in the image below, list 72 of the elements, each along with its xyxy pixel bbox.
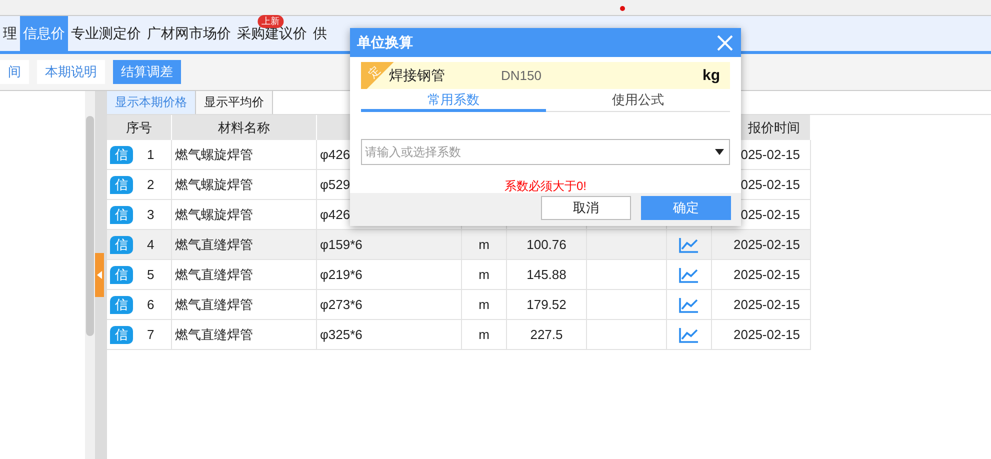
table-cell: 2025-02-15	[712, 230, 811, 260]
table-cell: φ219*6	[317, 260, 462, 290]
row-number: 7	[147, 327, 154, 342]
cancel-button[interactable]: 取消	[541, 196, 631, 220]
line-chart-icon[interactable]	[679, 326, 699, 342]
row-number: 1	[147, 147, 154, 162]
info-tag: 信	[110, 326, 133, 344]
product-spec: DN150	[501, 68, 542, 83]
row-number-cell[interactable]: 信 3	[107, 200, 172, 230]
table-cell: 179.52	[507, 290, 587, 320]
error-message: 系数必须大于0!	[503, 179, 588, 193]
table-cell: 燃气直缝焊管	[172, 230, 317, 260]
nav-tab[interactable]: 广材网市场价	[144, 16, 234, 51]
row-number: 3	[147, 207, 154, 222]
line-chart-icon[interactable]	[679, 296, 699, 312]
product-unit: kg	[702, 67, 721, 84]
toolbar-button[interactable]: 本期说明	[37, 60, 105, 84]
line-chart-icon[interactable]	[679, 266, 699, 282]
row-number-cell[interactable]: 信 4	[107, 230, 172, 260]
table-cell: 100.76	[507, 230, 587, 260]
table-cell: 2025-02-15	[712, 260, 811, 290]
info-tag: 信	[110, 236, 133, 254]
collapse-handle[interactable]	[95, 253, 104, 297]
table-cell: 燃气直缝焊管	[172, 290, 317, 320]
table-cell: 145.88	[507, 260, 587, 290]
info-tag: 信	[110, 146, 133, 164]
row-number-cell[interactable]: 信 5	[107, 260, 172, 290]
coefficient-select[interactable]: 请输入或选择系数	[361, 139, 730, 165]
column-header: 材料名称	[172, 115, 317, 140]
view-tab[interactable]: 显示平均价	[196, 91, 273, 114]
caret-icon	[715, 149, 724, 155]
table-cell: 2025-02-15	[712, 290, 811, 320]
dialog-title: 单位换算	[357, 34, 413, 52]
row-number: 2	[147, 177, 154, 192]
line-chart-icon[interactable]	[679, 236, 699, 252]
info-tag: 信	[110, 266, 133, 284]
row-number-cell[interactable]: 信 1	[107, 140, 172, 170]
table-cell: φ325*6	[317, 320, 462, 350]
table-cell: m	[462, 260, 507, 290]
column-header: 序号	[107, 115, 172, 140]
nav-tab[interactable]: 供	[310, 16, 330, 51]
info-tag: 信	[110, 176, 133, 194]
table-cell: m	[462, 320, 507, 350]
table-cell: 燃气螺旋焊管	[172, 140, 317, 170]
dialog-tab[interactable]: 使用公式	[546, 89, 730, 112]
row-number: 6	[147, 297, 154, 312]
row-number-cell[interactable]: 信 2	[107, 170, 172, 200]
table-cell: 227.5	[507, 320, 587, 350]
info-tag: 信	[110, 296, 133, 314]
table-cell: 燃气螺旋焊管	[172, 200, 317, 230]
toolbar-button[interactable]: 间	[0, 60, 29, 84]
table-cell: m	[462, 290, 507, 320]
table-cell: φ273*6	[317, 290, 462, 320]
table-cell: φ159*6	[317, 230, 462, 260]
row-number-cell[interactable]: 信 6	[107, 290, 172, 320]
table-cell: 燃气直缝焊管	[172, 320, 317, 350]
table-cell: m	[462, 230, 507, 260]
notification-dot	[620, 6, 625, 11]
new-badge: 上新	[258, 15, 284, 28]
row-number-cell[interactable]: 信 7	[107, 320, 172, 350]
nav-tab[interactable]: 专业测定价	[68, 16, 144, 51]
product-name: 焊接钢管	[389, 66, 446, 84]
scrollbar-thumb[interactable]	[86, 116, 94, 336]
info-tag: 信	[110, 206, 133, 224]
table-cell: 2025-02-15	[712, 320, 811, 350]
row-number: 5	[147, 267, 154, 282]
nav-tab[interactable]: 采购建议价 上新	[234, 16, 310, 51]
table-cell: 燃气螺旋焊管	[172, 170, 317, 200]
table-cell: 燃气直缝焊管	[172, 260, 317, 290]
row-number: 4	[147, 237, 154, 252]
nav-tab[interactable]: 理	[0, 16, 20, 51]
close-icon[interactable]	[717, 34, 733, 50]
